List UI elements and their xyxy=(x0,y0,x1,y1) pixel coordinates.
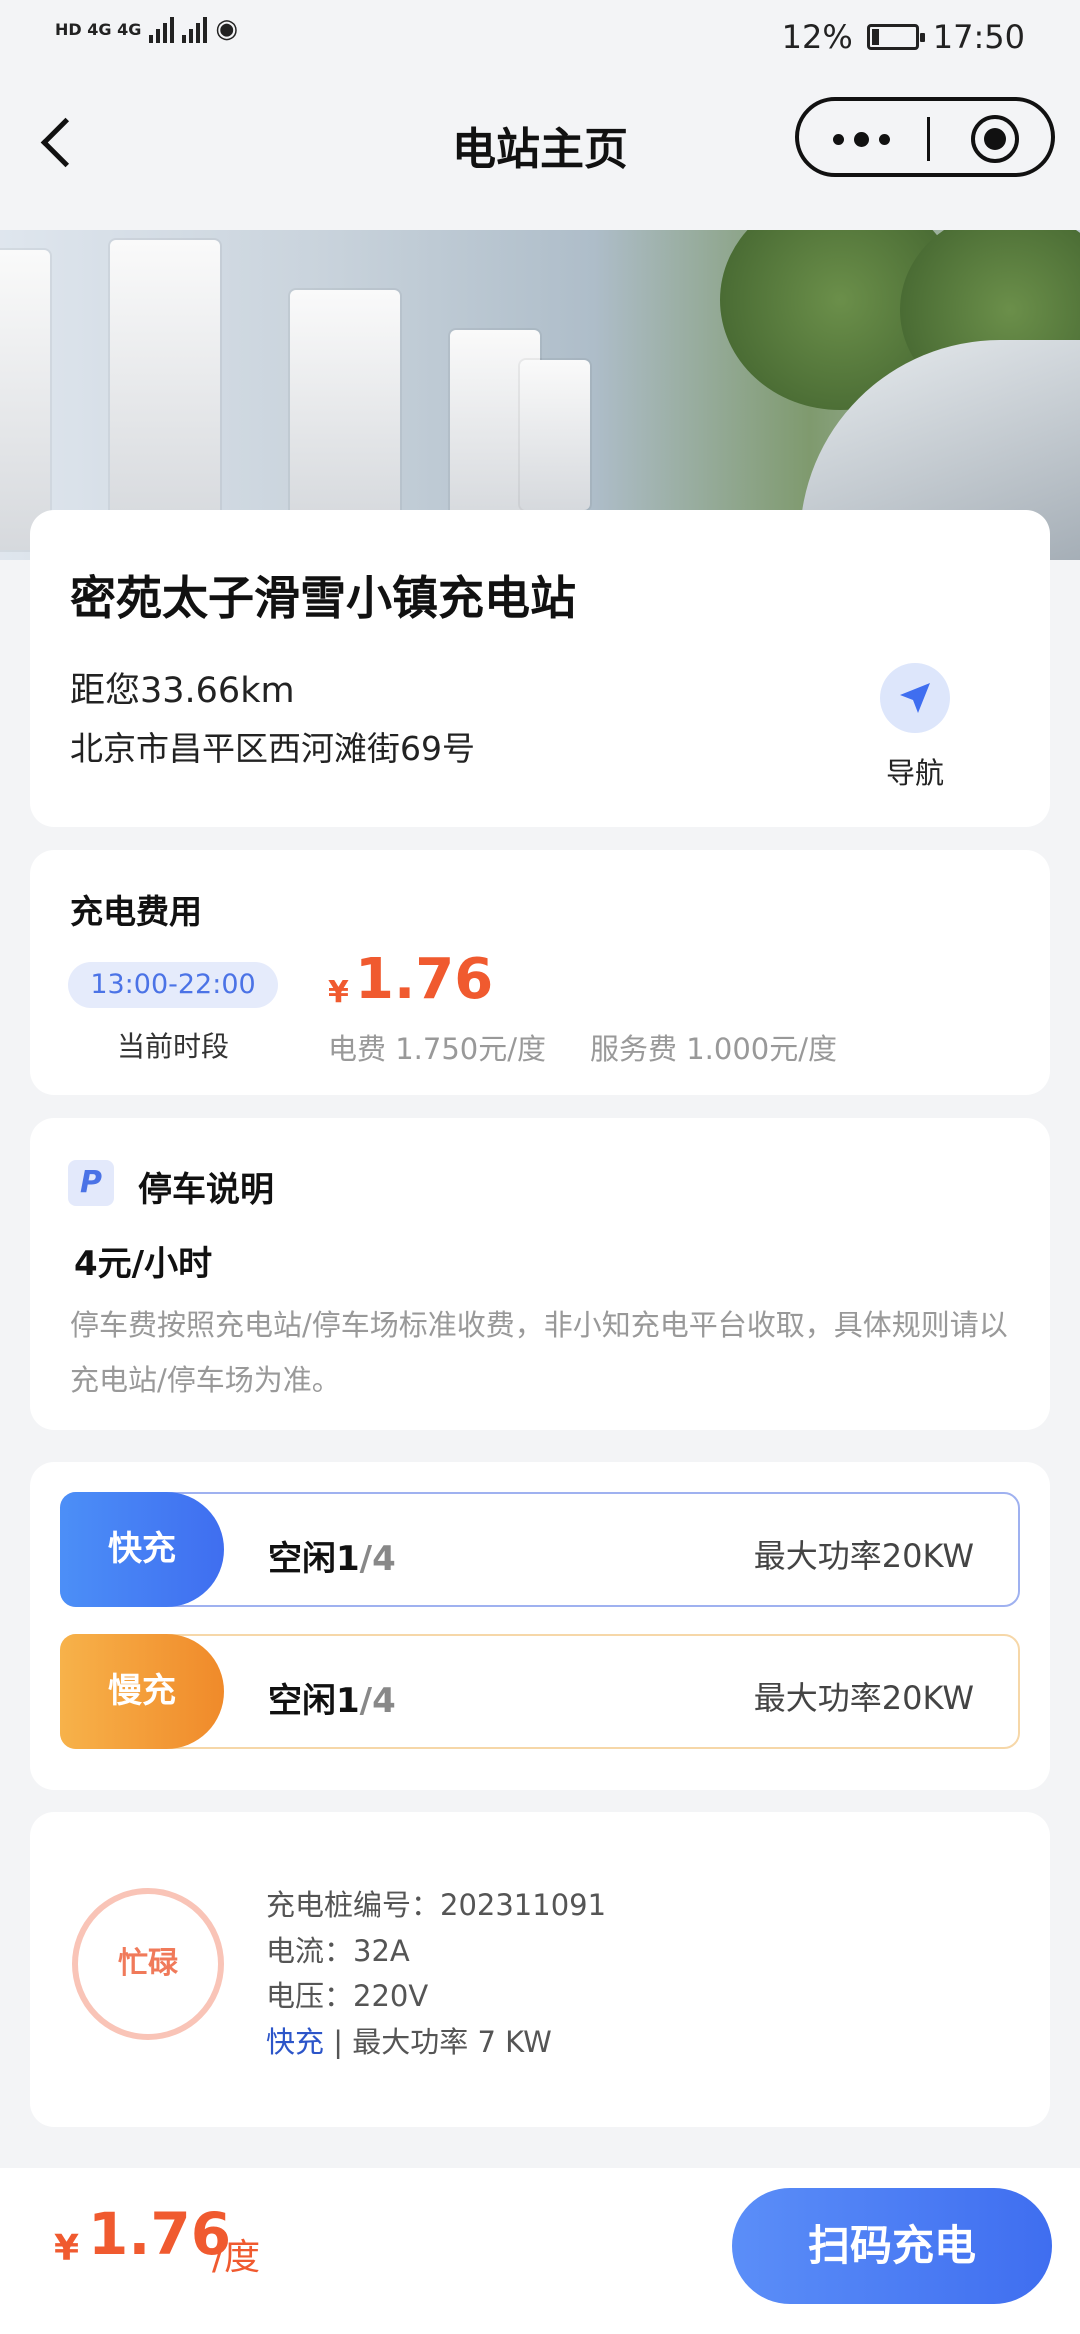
close-target-icon[interactable] xyxy=(971,115,1019,163)
total-number: /4 xyxy=(359,1539,396,1579)
parking-description: 停车费按照充电站/停车场标准收费，非小知充电平台收取，具体规则请以充电站/停车场… xyxy=(70,1308,1008,1397)
idle-label: 空闲 xyxy=(268,1681,336,1721)
hotspot-icon: ◉ xyxy=(215,14,239,44)
total-number: /4 xyxy=(359,1681,396,1721)
idle-number: 1 xyxy=(336,1681,360,1721)
slow-charge-tag: 慢充 xyxy=(60,1634,224,1749)
fee-title: 充电费用 xyxy=(70,892,202,931)
nav-bar: 电站主页 xyxy=(0,75,1080,230)
idle-number: 1 xyxy=(336,1539,360,1579)
signal-icon-2 xyxy=(182,15,208,43)
slow-idle-count: 空闲1/4 xyxy=(268,1673,396,1722)
idle-label: 空闲 xyxy=(268,1539,336,1579)
mini-program-capsule xyxy=(795,97,1055,177)
current-price: 1.76 xyxy=(355,947,494,1012)
clock: 17:50 xyxy=(932,18,1025,56)
battery-percent: 12% xyxy=(781,18,853,56)
capsule-divider xyxy=(927,117,930,161)
parking-title: 停车说明 xyxy=(138,1170,274,1210)
electricity-fee: 电费 1.750元/度 xyxy=(328,1032,547,1066)
time-caption: 当前时段 xyxy=(116,1030,229,1063)
pile-type-power: 快充 | 最大功率 7 KW xyxy=(266,2019,552,2061)
fast-charge-row[interactable]: 快充 空闲1/4 最大功率20KW xyxy=(60,1492,1020,1607)
pile-type: 快充 xyxy=(266,2025,325,2059)
network-label: HD 4G 4G xyxy=(55,19,142,39)
currency-symbol: ¥ xyxy=(328,975,349,1010)
pile-summary-card: 快充 空闲1/4 最大功率20KW 慢充 空闲1/4 最大功率20KW xyxy=(30,1462,1050,1790)
bottom-currency: ¥ xyxy=(54,2228,80,2269)
signal-icon xyxy=(149,15,175,43)
scan-charge-button[interactable]: 扫码充电 xyxy=(732,2188,1052,2304)
parking-card: P 停车说明 4元/小时 停车费按照充电站/停车场标准收费，非小知充电平台收取，… xyxy=(30,1118,1050,1430)
navigation-label[interactable]: 导航 xyxy=(865,750,965,792)
service-fee: 服务费 1.000元/度 xyxy=(590,1032,838,1066)
pile-number: 充电桩编号：202311091 xyxy=(266,1888,607,1922)
slow-max-power: 最大功率20KW xyxy=(753,1679,974,1717)
time-range-badge: 13:00-22:00 xyxy=(68,962,278,1008)
fast-idle-count: 空闲1/4 xyxy=(268,1531,396,1580)
bottom-unit: /度 xyxy=(212,2237,261,2278)
battery-icon xyxy=(866,24,925,50)
fast-charge-tag: 快充 xyxy=(60,1492,224,1607)
bottom-price: 1.76 xyxy=(88,2200,232,2268)
bottom-bar: ¥ 1.76 /度 扫码充电 xyxy=(0,2168,1080,2334)
parking-icon: P xyxy=(68,1160,114,1206)
slow-charge-row[interactable]: 慢充 空闲1/4 最大功率20KW xyxy=(60,1634,1020,1749)
parking-price: 4元/小时 xyxy=(74,1244,213,1284)
fast-max-power: 最大功率20KW xyxy=(753,1537,974,1575)
station-address: 北京市昌平区西河滩街69号 xyxy=(70,729,475,768)
station-info-card: 密苑太子滑雪小镇充电站 距您33.66km 北京市昌平区西河滩街69号 导航 xyxy=(30,510,1050,827)
charging-fee-card: 充电费用 13:00-22:00 当前时段 ¥ 1.76 电费 1.750元/度… xyxy=(30,850,1050,1095)
station-name: 密苑太子滑雪小镇充电站 xyxy=(70,571,576,625)
signal-indicators: HD 4G 4G ◉ xyxy=(55,14,238,44)
navigation-button[interactable] xyxy=(880,663,950,733)
pile-current: 电流：32A xyxy=(266,1934,410,1968)
station-distance: 距您33.66km xyxy=(70,671,295,711)
status-bar: HD 4G 4G ◉ 12% 17:50 xyxy=(0,0,1080,75)
more-icon[interactable] xyxy=(833,129,893,149)
pile-status-badge: 忙碌 xyxy=(72,1888,224,2040)
pile-power: | 最大功率 7 KW xyxy=(324,2025,552,2059)
pile-voltage: 电压：220V xyxy=(266,1979,429,2013)
status-right: 12% 17:50 xyxy=(782,18,1025,56)
navigation-arrow-icon xyxy=(900,683,930,713)
pile-detail-card[interactable]: 忙碌 充电桩编号：202311091 电流：32A 电压：220V 快充 | 最… xyxy=(30,1812,1050,2127)
